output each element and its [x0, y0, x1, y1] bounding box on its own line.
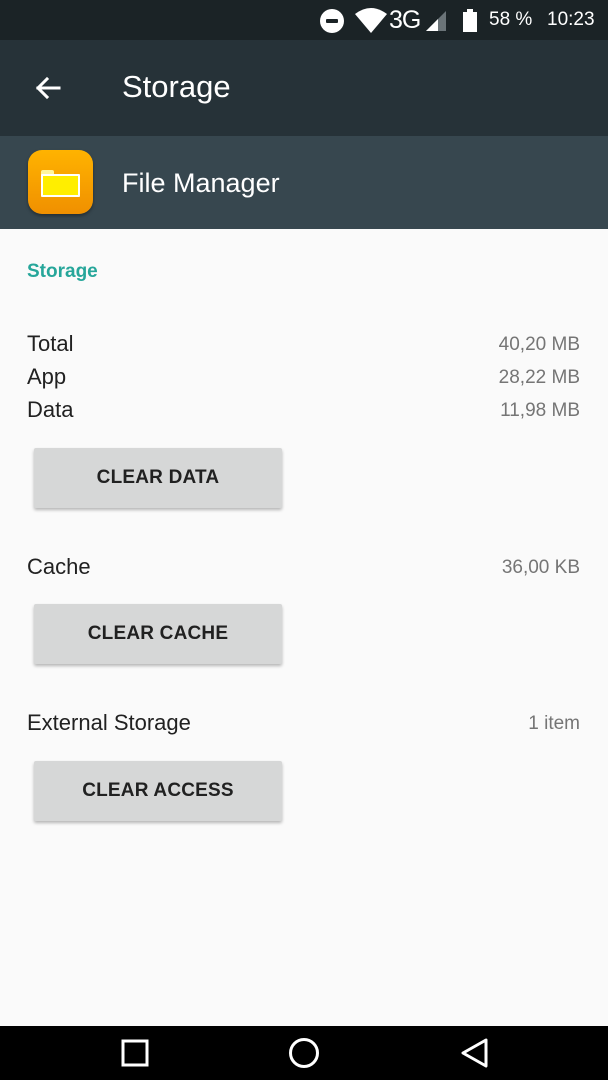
app-header: File Manager	[0, 136, 608, 229]
data-size-value: 11,98 MB	[500, 400, 580, 421]
storage-section-title: Storage	[27, 261, 98, 282]
file-manager-app-icon	[28, 150, 93, 214]
navigation-bar	[0, 1026, 608, 1080]
total-value: 40,20 MB	[498, 334, 580, 355]
clear-cache-button[interactable]: CLEAR CACHE	[34, 604, 282, 664]
toolbar: Storage	[0, 40, 608, 136]
total-label: Total	[27, 331, 74, 356]
back-nav-button[interactable]	[444, 1026, 504, 1080]
battery-percentage: 58 %	[489, 9, 533, 30]
back-triangle-icon	[461, 1038, 488, 1068]
clear-access-button[interactable]: CLEAR ACCESS	[34, 761, 282, 821]
back-button[interactable]	[20, 60, 76, 116]
do-not-disturb-icon	[320, 9, 344, 33]
app-size-label: App	[27, 364, 67, 389]
app-name: File Manager	[122, 168, 280, 198]
home-circle-icon	[289, 1038, 319, 1068]
external-storage-label: External Storage	[27, 710, 191, 735]
battery-icon	[463, 9, 477, 32]
cell-signal-icon	[426, 11, 446, 31]
data-size-label: Data	[27, 397, 74, 422]
cache-label: Cache	[27, 554, 91, 579]
cache-value: 36,00 KB	[501, 557, 580, 578]
folder-icon	[41, 174, 80, 197]
status-clock: 10:23	[547, 9, 595, 30]
recents-square-icon	[121, 1039, 149, 1067]
status-bar: 3G 58 % 10:23	[0, 0, 608, 40]
home-button[interactable]	[274, 1026, 334, 1080]
page-title: Storage	[122, 69, 231, 104]
external-storage-value: 1 item	[528, 713, 580, 734]
wifi-icon	[355, 8, 387, 33]
clear-data-button[interactable]: CLEAR DATA	[34, 448, 282, 508]
network-type-label: 3G	[389, 6, 421, 34]
recents-button[interactable]	[105, 1026, 165, 1080]
arrow-back-icon	[35, 76, 61, 100]
app-size-value: 28,22 MB	[498, 367, 580, 388]
